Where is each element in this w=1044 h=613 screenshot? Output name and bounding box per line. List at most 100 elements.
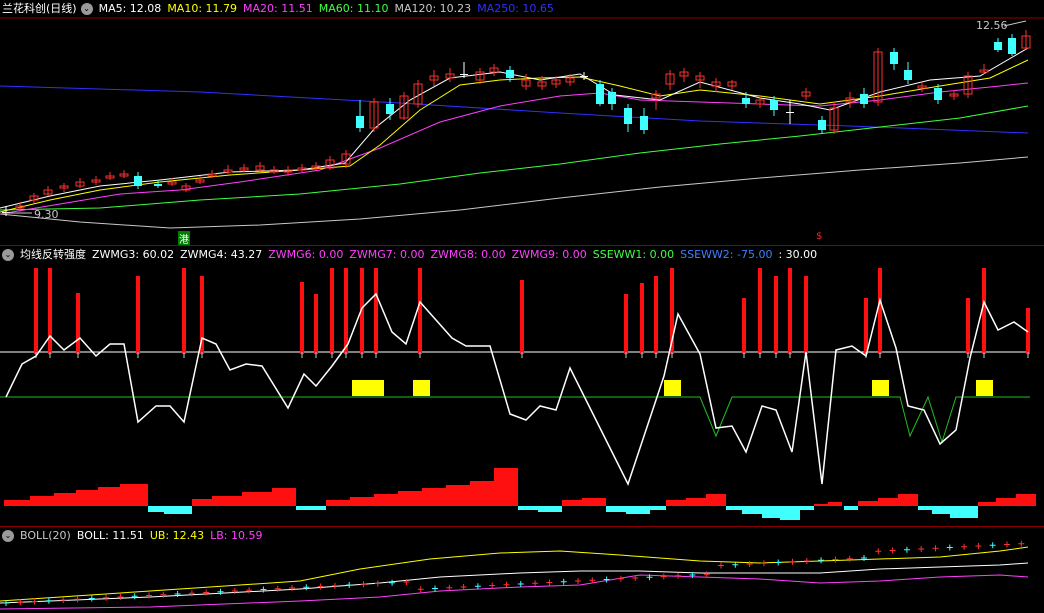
- chevron-down-icon[interactable]: ⌄: [2, 530, 14, 542]
- candle-body: [742, 98, 750, 104]
- ma-value: MA250: 10.65: [477, 2, 554, 15]
- price-chart[interactable]: [0, 0, 1044, 246]
- candle-body: [580, 76, 588, 77]
- red-signal-bar: [758, 268, 762, 354]
- yellow-signal-block: [352, 380, 384, 396]
- ma120-line: [0, 156, 1029, 229]
- reversal-strength-chart[interactable]: [0, 246, 1044, 526]
- red-signal-bar: [330, 268, 334, 354]
- histogram-bar: [582, 498, 606, 506]
- histogram-bar: [686, 498, 706, 506]
- indicator-pane[interactable]: ⌄ 均线反转强度 ZWMG3: 60.02 ZWMG4: 43.27 ZWMG6: …: [0, 246, 1044, 526]
- indicator-title: 均线反转强度: [20, 248, 86, 261]
- low-price-label: 9.30: [34, 208, 59, 221]
- histogram-bar: [242, 492, 272, 506]
- histogram-bar: [814, 504, 828, 506]
- histogram-bar: [606, 506, 626, 512]
- candle-body: [154, 184, 162, 186]
- red-signal-bar: [804, 276, 808, 354]
- candle-body: [934, 88, 942, 100]
- boll-lb-line: [0, 574, 1029, 610]
- boll-mid-line: [0, 562, 1029, 604]
- boll-title: BOLL(20): [20, 529, 71, 542]
- red-signal-bar: [418, 268, 422, 354]
- red-signal-bar: [640, 283, 644, 354]
- histogram-bar: [978, 502, 996, 506]
- red-signal-bar: [182, 268, 186, 354]
- dividend-marker: $: [816, 231, 823, 242]
- candle-body: [386, 104, 394, 114]
- candle-body: [890, 52, 898, 64]
- red-signal-bar: [34, 268, 38, 354]
- red-signal-bar: [48, 268, 52, 354]
- histogram-bar: [374, 494, 398, 506]
- histogram-bar: [742, 506, 762, 514]
- indicator-value: ZWMG6: 0.00: [268, 248, 344, 261]
- red-signal-bar: [136, 276, 140, 354]
- boll-value: BOLL: 11.51: [76, 529, 144, 542]
- histogram-bar: [562, 500, 582, 506]
- histogram-bar: [706, 494, 726, 506]
- red-signal-bar: [788, 268, 792, 354]
- boll-header: ⌄ BOLL(20) BOLL: 11.51 UB: 12.43 LB: 10.59: [2, 528, 275, 544]
- boll-pane[interactable]: ⌄ BOLL(20) BOLL: 11.51 UB: 12.43 LB: 10.59: [0, 527, 1044, 613]
- candle-body: [596, 84, 604, 104]
- histogram-bar: [446, 485, 470, 506]
- indicator-value: ZWMG8: 0.00: [430, 248, 506, 261]
- candle-body: [786, 112, 794, 113]
- yellow-signal-block: [976, 380, 993, 396]
- histogram-bar: [650, 506, 666, 510]
- histogram-bar: [918, 506, 932, 510]
- histogram-bar: [494, 468, 518, 506]
- candle-body: [860, 94, 868, 104]
- histogram-bar: [828, 502, 842, 506]
- ma20-line: [0, 82, 1029, 215]
- histogram-bar: [120, 484, 148, 506]
- candle-body: [1008, 38, 1016, 54]
- price-pane[interactable]: 兰花科创(日线) ⌄ MA5: 12.08 MA10: 11.79 MA20: 11…: [0, 0, 1044, 246]
- histogram-bar: [800, 506, 814, 510]
- red-signal-bar: [314, 294, 318, 354]
- histogram-bar: [518, 506, 538, 510]
- ma-value: MA10: 11.79: [167, 2, 238, 15]
- red-signal-bar: [300, 282, 304, 354]
- histogram-bar: [422, 488, 446, 506]
- red-signal-bar: [878, 268, 882, 354]
- indicator-value: SSEWW1: 0.00: [592, 248, 675, 261]
- red-signal-bar: [520, 280, 524, 354]
- red-signal-bar: [654, 276, 658, 354]
- high-price-label: 12.56: [976, 19, 1008, 32]
- red-signal-bar: [966, 298, 970, 354]
- indicator-value: : 30.00: [778, 248, 818, 261]
- histogram-bar: [212, 496, 242, 506]
- ma-value: MA20: 11.51: [243, 2, 313, 15]
- histogram-bar: [164, 506, 192, 514]
- ma60-line: [0, 105, 1029, 211]
- yellow-signal-block: [872, 380, 889, 396]
- histogram-bar: [844, 506, 858, 510]
- stock-title: 兰花科创(日线): [2, 2, 77, 15]
- boll-ub-line: [0, 546, 1029, 602]
- histogram-bar: [996, 498, 1016, 506]
- red-signal-bar: [774, 276, 778, 354]
- boll-value: LB: 10.59: [210, 529, 263, 542]
- indicator-value: SSEWW2: -75.00: [680, 248, 773, 261]
- ma-value: MA120: 10.23: [394, 2, 472, 15]
- histogram-bar: [192, 499, 212, 506]
- boll-value: UB: 12.43: [149, 529, 205, 542]
- candle-body: [818, 120, 826, 130]
- candle-body: [994, 42, 1002, 50]
- histogram-bar: [932, 506, 950, 514]
- indicator-value: ZWMG4: 43.27: [180, 248, 263, 261]
- histogram-bar: [98, 487, 120, 506]
- histogram-bar: [350, 497, 374, 506]
- indicator-header: ⌄ 均线反转强度 ZWMG3: 60.02 ZWMG4: 43.27 ZWMG6: …: [2, 247, 829, 263]
- red-signal-bar: [76, 293, 80, 354]
- indicator-value: ZWMG3: 60.02: [92, 248, 175, 261]
- chevron-down-icon[interactable]: ⌄: [80, 3, 93, 15]
- candle-body: [904, 70, 912, 80]
- histogram-bar: [858, 501, 878, 506]
- sseww-green-line: [0, 395, 1030, 444]
- candle-body: [624, 108, 632, 124]
- chevron-down-icon[interactable]: ⌄: [2, 249, 14, 261]
